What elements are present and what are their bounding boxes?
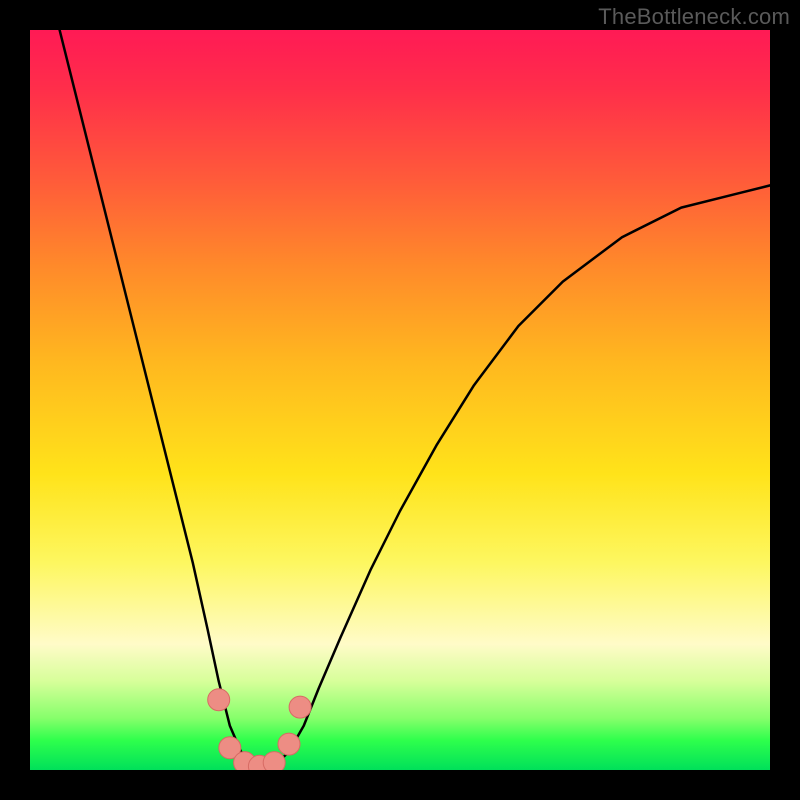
curve-marker: [208, 689, 230, 711]
chart-curve-layer: [30, 30, 770, 770]
chart-plot-area: [30, 30, 770, 770]
curve-marker: [278, 733, 300, 755]
curve-marker: [263, 752, 285, 770]
bottleneck-curve: [60, 30, 770, 766]
watermark-text: TheBottleneck.com: [598, 4, 790, 30]
curve-marker: [289, 696, 311, 718]
